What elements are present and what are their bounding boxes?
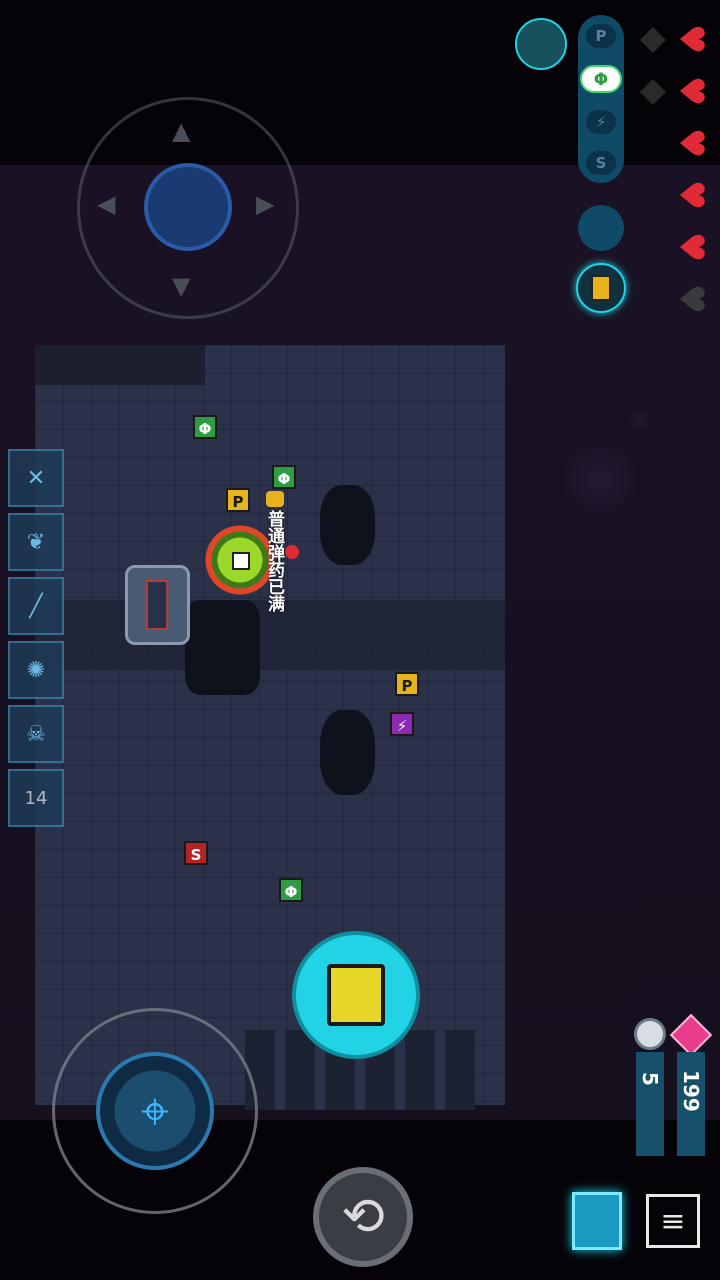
skull-icon[interactable]: ☠ (8, 705, 64, 763)
core-currency-icon (634, 1018, 666, 1050)
pickup-bio-ammo[interactable]: Φ (272, 465, 296, 489)
pickup-bio-ammo[interactable]: Φ (279, 878, 303, 902)
heart-icon: ♥ (671, 127, 711, 159)
heart-empty-icon: ♥ (671, 283, 711, 315)
weapon-swap-icon (327, 964, 385, 1026)
ammo-slot-normal[interactable]: P (586, 23, 616, 48)
empty-item-slot[interactable] (578, 205, 624, 251)
pickup-bio-ammo[interactable]: Φ (193, 415, 217, 439)
crater (320, 710, 375, 795)
fire-button[interactable] (292, 931, 420, 1059)
skill-bar: ✕ ❦ ╱ ✺ ☠ 14 (8, 449, 64, 827)
health-column: ♥ ♥ ♥ ♥ ♥ ♥ (671, 20, 712, 320)
menu-icon[interactable]: ≡ (646, 1194, 700, 1248)
ammo-slot-special[interactable]: S (586, 150, 616, 175)
crater (185, 600, 260, 695)
ammo-full-notification: 普通弹药已满 (264, 510, 284, 612)
normal-ammo-badge-icon (266, 491, 284, 507)
shield-icon: ◆ (635, 26, 675, 54)
pickup-normal-ammo[interactable]: P (395, 672, 419, 696)
floor-shadow (35, 345, 205, 385)
shield-column: ◆ ◆ (635, 20, 675, 320)
crater (320, 485, 375, 565)
pickup-normal-ammo[interactable]: P (226, 488, 250, 512)
crosshair-icon[interactable]: ⌖ (96, 1052, 214, 1170)
ammo-slot-energy[interactable]: ⚡ (586, 109, 616, 134)
gun-icon[interactable]: ╱ (8, 577, 64, 635)
arrow-up-icon: ▲ (172, 117, 191, 145)
heart-icon: ♥ (671, 75, 711, 107)
heart-icon: ♥ (671, 231, 711, 263)
reload-icon[interactable]: ⟲ (313, 1167, 413, 1267)
battery-item-icon[interactable] (576, 263, 626, 313)
card-icon[interactable]: 14 (8, 769, 64, 827)
ammo-selector: P Φ ⚡ S (578, 15, 624, 183)
supply-crate[interactable] (125, 565, 190, 645)
core-count: 5 (638, 1072, 662, 1086)
shield-icon: ◆ (635, 78, 675, 106)
heart-icon: ♥ (671, 179, 711, 211)
arrow-right-icon: ▶ (256, 190, 275, 218)
crossed-swords-icon[interactable]: ✕ (8, 449, 64, 507)
dungeon-floor (35, 345, 505, 1105)
damage-indicator (285, 545, 299, 559)
gem-count: 199 (679, 1070, 703, 1112)
arrow-down-icon: ▼ (172, 272, 191, 300)
core-counter: 5 (636, 1052, 664, 1156)
heart-icon: ♥ (671, 23, 711, 55)
arrow-left-icon: ◀ (97, 190, 116, 218)
map-toggle-icon[interactable] (515, 18, 567, 70)
gem-counter: 199 (677, 1052, 705, 1156)
wings-icon[interactable]: ❦ (8, 513, 64, 571)
target-icon[interactable]: ✺ (8, 641, 64, 699)
minimap-icon[interactable] (572, 1192, 622, 1250)
pickup-special-ammo[interactable]: S (184, 841, 208, 865)
ammo-slot-bio[interactable]: Φ (580, 64, 622, 93)
move-joystick-knob[interactable] (144, 163, 232, 251)
pickup-energy-ammo[interactable]: ⚡ (390, 712, 414, 736)
